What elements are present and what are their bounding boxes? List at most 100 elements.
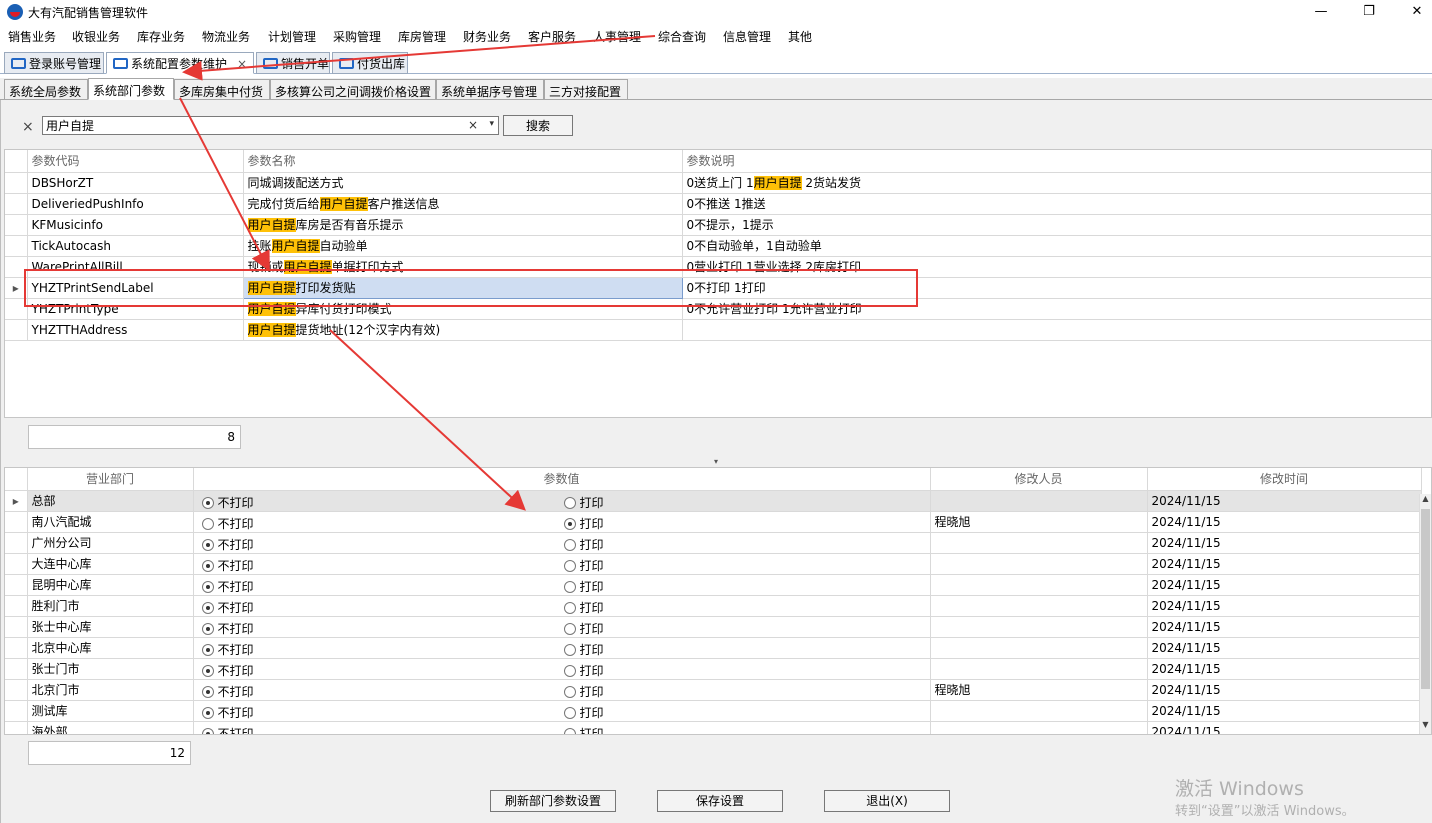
col-param-code[interactable]: 参数代码 xyxy=(27,150,244,173)
edit-time-cell[interactable]: 2024/11/15 xyxy=(1147,553,1422,575)
edit-time-cell[interactable]: 2024/11/15 xyxy=(1147,658,1422,680)
editor-cell[interactable]: 程晓旭 xyxy=(930,511,1148,533)
dept-row[interactable]: 北京门市 不打印 打印 程晓旭 2024/11/15 xyxy=(5,679,1422,701)
param-row[interactable]: DBSHorZT 同城调拨配送方式 0送货上门 1用户自提 2货站发货 xyxy=(5,172,1431,194)
radio-no-print[interactable]: 不打印 xyxy=(201,725,254,734)
param-code-cell[interactable]: KFMusicinfo xyxy=(27,214,244,236)
minimize-button[interactable]: — xyxy=(1306,2,1336,22)
menu-query[interactable]: 综合查询 xyxy=(658,28,706,45)
scroll-down-icon[interactable]: ▼ xyxy=(1420,720,1431,734)
dept-name-cell[interactable]: 南八汽配城 xyxy=(27,511,194,533)
edit-time-cell[interactable]: 2024/11/15 xyxy=(1147,490,1422,512)
menu-purchasing[interactable]: 采购管理 xyxy=(333,28,381,45)
editor-cell[interactable] xyxy=(930,490,1148,512)
tab-login-accounts[interactable]: 登录账号管理 xyxy=(4,52,104,74)
tab-transfer-price[interactable]: 多核算公司之间调拨价格设置 xyxy=(270,79,436,100)
edit-time-cell[interactable]: 2024/11/15 xyxy=(1147,637,1422,659)
radio-no-print[interactable]: 不打印 xyxy=(201,578,254,595)
col-param-desc[interactable]: 参数说明 xyxy=(682,150,1431,173)
col-editor[interactable]: 修改人员 xyxy=(930,468,1148,491)
param-name-cell[interactable]: 挂账用户自提自动验单 xyxy=(243,235,683,257)
dept-row[interactable]: 广州分公司 不打印 打印 2024/11/15 xyxy=(5,532,1422,554)
tab-global-params[interactable]: 系统全局参数 xyxy=(4,79,88,100)
menu-cashier[interactable]: 收银业务 xyxy=(72,28,120,45)
param-desc-cell[interactable]: 0送货上门 1用户自提 2货站发货 xyxy=(682,172,1431,194)
tab-third-party[interactable]: 三方对接配置 xyxy=(544,79,628,100)
edit-time-cell[interactable]: 2024/11/15 xyxy=(1147,511,1422,533)
radio-print[interactable]: 打印 xyxy=(563,704,604,721)
dept-name-cell[interactable]: 北京门市 xyxy=(27,679,194,701)
menu-hr[interactable]: 人事管理 xyxy=(593,28,641,45)
editor-cell[interactable]: 程晓旭 xyxy=(930,679,1148,701)
close-window-button[interactable]: ✕ xyxy=(1402,2,1432,22)
editor-cell[interactable] xyxy=(930,616,1148,638)
param-row[interactable]: DeliveriedPushInfo 完成付货后给用户自提客户推送信息 0不推送 1… xyxy=(5,193,1431,215)
dept-row[interactable]: 张士门市 不打印 打印 2024/11/15 xyxy=(5,658,1422,680)
editor-cell[interactable] xyxy=(930,637,1148,659)
tab-sales-order[interactable]: 销售开单 xyxy=(256,52,330,74)
radio-print[interactable]: 打印 xyxy=(563,620,604,637)
param-desc-cell[interactable]: 0不自动验单，1自动验单 xyxy=(682,235,1431,257)
menu-customer-service[interactable]: 客户服务 xyxy=(528,28,576,45)
tab-bill-sequence[interactable]: 系统单据序号管理 xyxy=(436,79,544,100)
param-row[interactable]: KFMusicinfo 用户自提库房是否有音乐提示 0不提示，1提示 xyxy=(5,214,1431,236)
radio-print[interactable]: 打印 xyxy=(563,515,604,532)
close-tab-icon[interactable]: × xyxy=(237,57,247,71)
radio-print[interactable]: 打印 xyxy=(563,578,604,595)
dept-row[interactable]: 测试库 不打印 打印 2024/11/15 xyxy=(5,700,1422,722)
menu-inventory[interactable]: 库存业务 xyxy=(137,28,185,45)
radio-print[interactable]: 打印 xyxy=(563,641,604,658)
param-row[interactable]: YHZTTHAddress 用户自提提货地址(12个汉字内有效) xyxy=(5,319,1431,341)
tab-delivery-out[interactable]: 付货出库 xyxy=(332,52,408,74)
param-code-cell[interactable]: YHZTTHAddress xyxy=(27,319,244,341)
dept-name-cell[interactable]: 昆明中心库 xyxy=(27,574,194,596)
editor-cell[interactable] xyxy=(930,700,1148,722)
scroll-up-icon[interactable]: ▲ xyxy=(1420,494,1431,508)
dept-row[interactable]: 大连中心库 不打印 打印 2024/11/15 xyxy=(5,553,1422,575)
radio-print[interactable]: 打印 xyxy=(563,494,604,511)
param-name-cell[interactable]: 用户自提库房是否有音乐提示 xyxy=(243,214,683,236)
param-name-cell[interactable]: 同城调拨配送方式 xyxy=(243,172,683,194)
radio-no-print[interactable]: 不打印 xyxy=(201,620,254,637)
radio-no-print[interactable]: 不打印 xyxy=(201,662,254,679)
edit-time-cell[interactable]: 2024/11/15 xyxy=(1147,700,1422,722)
radio-no-print[interactable]: 不打印 xyxy=(201,683,254,700)
editor-cell[interactable] xyxy=(930,658,1148,680)
radio-no-print[interactable]: 不打印 xyxy=(201,641,254,658)
dept-name-cell[interactable]: 张士中心库 xyxy=(27,616,194,638)
param-code-cell[interactable]: DeliveriedPushInfo xyxy=(27,193,244,215)
dept-name-cell[interactable]: 张士门市 xyxy=(27,658,194,680)
save-settings-button[interactable]: 保存设置 xyxy=(657,790,783,812)
radio-print[interactable]: 打印 xyxy=(563,536,604,553)
tab-multi-warehouse[interactable]: 多库房集中付货 xyxy=(174,79,270,100)
maximize-button[interactable]: ❐ xyxy=(1354,2,1384,22)
menu-info[interactable]: 信息管理 xyxy=(723,28,771,45)
radio-no-print[interactable]: 不打印 xyxy=(201,494,254,511)
param-desc-cell[interactable] xyxy=(682,319,1431,341)
param-code-cell[interactable]: TickAutocash xyxy=(27,235,244,257)
radio-no-print[interactable]: 不打印 xyxy=(201,557,254,574)
editor-cell[interactable] xyxy=(930,532,1148,554)
scroll-thumb[interactable] xyxy=(1421,509,1430,689)
col-param-value[interactable]: 参数值 xyxy=(193,468,931,491)
search-button[interactable]: 搜索 xyxy=(503,115,573,136)
radio-no-print[interactable]: 不打印 xyxy=(201,515,254,532)
dept-row[interactable]: 胜利门市 不打印 打印 2024/11/15 xyxy=(5,595,1422,617)
radio-no-print[interactable]: 不打印 xyxy=(201,599,254,616)
menu-other[interactable]: 其他 xyxy=(788,28,812,45)
dept-row[interactable]: 北京中心库 不打印 打印 2024/11/15 xyxy=(5,637,1422,659)
dept-row[interactable]: 南八汽配城 不打印 打印 程晓旭 2024/11/15 xyxy=(5,511,1422,533)
dept-name-cell[interactable]: 测试库 xyxy=(27,700,194,722)
dept-row[interactable]: ▸ 总部 不打印 打印 2024/11/15 xyxy=(5,490,1422,512)
edit-time-cell[interactable]: 2024/11/15 xyxy=(1147,679,1422,701)
radio-print[interactable]: 打印 xyxy=(563,599,604,616)
dept-row[interactable]: 张士中心库 不打印 打印 2024/11/15 xyxy=(5,616,1422,638)
col-edit-time[interactable]: 修改时间 xyxy=(1147,468,1422,491)
radio-print[interactable]: 打印 xyxy=(563,662,604,679)
dept-name-cell[interactable]: 北京中心库 xyxy=(27,637,194,659)
dept-row[interactable]: 昆明中心库 不打印 打印 2024/11/15 xyxy=(5,574,1422,596)
radio-print[interactable]: 打印 xyxy=(563,557,604,574)
dept-name-cell[interactable]: 海外部 xyxy=(27,721,194,734)
menu-planning[interactable]: 计划管理 xyxy=(268,28,316,45)
exit-button[interactable]: 退出(X) xyxy=(824,790,950,812)
